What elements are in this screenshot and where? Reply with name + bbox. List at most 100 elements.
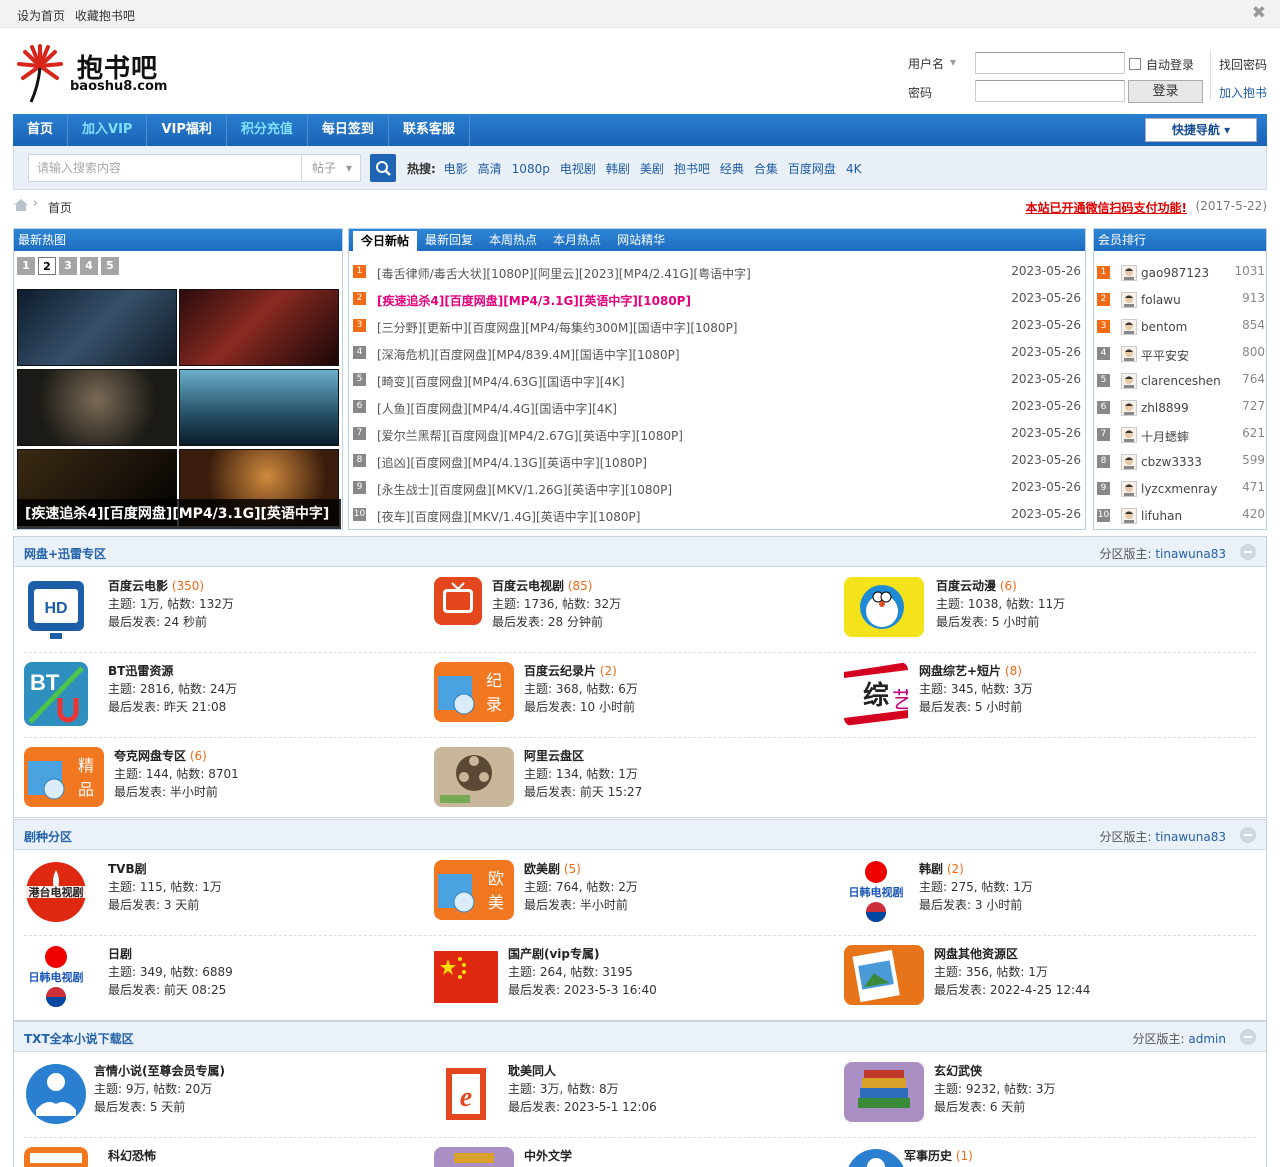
avatar[interactable] [1121, 292, 1137, 308]
forum-name-link[interactable]: 日剧 [108, 947, 132, 961]
forum-icon-link[interactable]: 纪录 [434, 662, 514, 722]
site-logo[interactable]: 抱书吧 baoshu8.com [15, 42, 175, 104]
forum-item[interactable]: 日韩电视剧 日剧 主题: 349, 帖数: 6889 最后发表: 前天 08:25 [24, 945, 424, 1015]
slide-caption[interactable]: [疾速追杀4][百度网盘][MP4/3.1G][英语中字] [17, 499, 341, 529]
last-post[interactable]: 最后发表: 24 秒前 [108, 613, 234, 631]
forum-item[interactable]: BT BT迅雷资源 主题: 2816, 帖数: 24万 最后发表: 昨天 21:08 [24, 662, 424, 732]
last-post[interactable]: 最后发表: 5 天前 [94, 1098, 225, 1116]
slide-number[interactable]: 3 [59, 257, 77, 275]
forum-icon-link[interactable]: 港台电视剧 [24, 860, 88, 924]
forum-name-link[interactable]: 科幻恐怖 [108, 1149, 156, 1163]
last-post[interactable]: 最后发表: 前天 15:27 [524, 783, 642, 801]
slide-number[interactable]: 5 [101, 257, 119, 275]
password-input[interactable] [975, 80, 1125, 102]
bookmark-link[interactable]: 收藏抱书吧 [75, 9, 135, 23]
forum-item[interactable]: 精品夸克网盘专区 (6) 主题: 144, 帖数: 8701 最后发表: 半小时前 [24, 747, 424, 817]
thread-row[interactable]: 2 [疾速追杀4][百度网盘][MP4/3.1G][英语中字][1080P] 202… [353, 284, 1083, 311]
last-post[interactable]: 最后发表: 3 天前 [108, 896, 222, 914]
search-type-select[interactable]: 帖子 ▾ [301, 154, 361, 182]
forum-item[interactable]: 国产剧(vip专属) 主题: 264, 帖数: 3195 最后发表: 2023-5… [434, 945, 834, 1015]
nav-home[interactable]: 首页 [13, 114, 69, 146]
thread-title-link[interactable]: [人鱼][百度网盘][MP4/4.4G][国语中字][4K] [377, 400, 617, 417]
forum-item[interactable]: 欧美欧美剧 (5) 主题: 764, 帖数: 2万 最后发表: 半小时前 [434, 860, 834, 930]
thread-row[interactable]: 3 [三分野][更新中][百度网盘][MP4/每集约300M][国语中字][108… [353, 311, 1083, 338]
section-title[interactable]: 剧种分区 [24, 828, 72, 845]
forum-name-link[interactable]: 欧美剧 [524, 862, 560, 876]
forum-item[interactable]: 纪录百度云纪录片 (2) 主题: 368, 帖数: 6万 最后发表: 10 小时前 [434, 662, 834, 732]
forum-item[interactable]: 科幻恐怖 [24, 1147, 424, 1167]
ranking-row[interactable]: 8 cbzw3333 599 [1097, 446, 1265, 473]
auto-login-checkbox[interactable] [1129, 58, 1141, 70]
quick-nav-button[interactable]: 快捷导航 ▾ [1145, 118, 1257, 142]
ranking-row[interactable]: 3 bentom 854 [1097, 311, 1265, 338]
last-post[interactable]: 最后发表: 2023-5-3 16:40 [508, 981, 657, 999]
section-title[interactable]: 网盘+迅雷专区 [24, 545, 106, 562]
tab-month-hot[interactable]: 本月热点 [545, 229, 609, 251]
forum-item[interactable]: 网盘其他资源区 主题: 356, 帖数: 1万 最后发表: 2022-4-25 1… [844, 945, 1244, 1015]
last-post[interactable]: 最后发表: 28 分钟前 [492, 613, 621, 631]
forum-icon-link[interactable]: BT [24, 662, 88, 726]
last-post[interactable]: 最后发表: 半小时前 [114, 783, 239, 801]
tab-latest-reply[interactable]: 最新回复 [417, 229, 481, 251]
forum-name-link[interactable]: 阿里云盘区 [524, 749, 584, 763]
thread-row[interactable]: 5 [畸变][百度网盘][MP4/4.63G][国语中字][4K] 2023-05-… [353, 365, 1083, 392]
avatar[interactable] [1121, 373, 1137, 389]
thread-row[interactable]: 7 [爱尔兰黑帮][百度网盘][MP4/2.67G][英语中字][1080P] 20… [353, 419, 1083, 446]
ranking-row[interactable]: 4 平平安安 800 [1097, 338, 1265, 365]
last-post[interactable]: 最后发表: 昨天 21:08 [108, 698, 237, 716]
ranking-row[interactable]: 9 lyzcxmenray 471 [1097, 473, 1265, 500]
thread-title-link[interactable]: [永生战士][百度网盘][MKV/1.26G][英语中字][1080P] [377, 481, 672, 498]
avatar[interactable] [1121, 265, 1137, 281]
forum-name-link[interactable]: 夸克网盘专区 [114, 749, 186, 763]
last-post[interactable]: 最后发表: 5 小时前 [936, 613, 1065, 631]
forum-icon-link[interactable]: 日韩电视剧 [844, 860, 908, 924]
hot-keyword[interactable]: 经典 [720, 162, 744, 176]
forum-name-link[interactable]: 国产剧(vip专属) [508, 947, 600, 961]
search-button[interactable] [370, 154, 396, 182]
hot-keyword[interactable]: 百度网盘 [788, 162, 836, 176]
hot-keyword[interactable]: 1080p [512, 162, 550, 176]
avatar[interactable] [1121, 508, 1137, 524]
username-input[interactable] [975, 52, 1125, 74]
avatar[interactable] [1121, 400, 1137, 416]
member-name-link[interactable]: 平平安安 [1141, 347, 1189, 364]
forum-icon-link[interactable] [844, 945, 924, 1005]
tab-site-best[interactable]: 网站精华 [609, 229, 673, 251]
thread-title-link[interactable]: [深海危机][百度网盘][MP4/839.4M][国语中字][1080P] [377, 346, 680, 363]
last-post[interactable]: 最后发表: 2023-5-1 12:06 [508, 1098, 657, 1116]
forum-icon-link[interactable] [434, 1147, 514, 1167]
section-title[interactable]: TXT全本小说下载区 [24, 1030, 134, 1047]
nav-points-recharge[interactable]: 积分充值 [227, 114, 308, 146]
forum-icon-link[interactable]: 精品 [24, 747, 104, 807]
forum-item[interactable]: 军事历史 (1) [844, 1147, 1244, 1167]
member-name-link[interactable]: clarenceshen [1141, 374, 1221, 388]
avatar[interactable] [1121, 454, 1137, 470]
forum-name-link[interactable]: 网盘其他资源区 [934, 947, 1018, 961]
forum-item[interactable]: 日韩电视剧 韩剧 (2) 主题: 275, 帖数: 1万 最后发表: 3 小时前 [844, 860, 1244, 930]
moderator-name-link[interactable]: admin [1188, 1032, 1226, 1046]
forum-icon-link[interactable] [844, 1147, 908, 1167]
ranking-row[interactable]: 5 clarenceshen 764 [1097, 365, 1265, 392]
breadcrumb-home[interactable]: 首页 [48, 199, 72, 216]
avatar[interactable] [1121, 346, 1137, 362]
member-name-link[interactable]: zhl8899 [1141, 401, 1189, 415]
slide-number[interactable]: 1 [17, 257, 35, 275]
forum-item[interactable]: 中外文学 [434, 1147, 834, 1167]
hot-keyword[interactable]: 合集 [754, 162, 778, 176]
slide-image[interactable] [179, 369, 339, 446]
forum-icon-link[interactable]: 综艺 [844, 662, 908, 726]
register-link[interactable]: 加入抱书 [1219, 84, 1267, 101]
thread-title-link[interactable]: [夜车][百度网盘][MKV/1.4G][英语中字][1080P] [377, 508, 640, 525]
thread-title-link[interactable]: [爱尔兰黑帮][百度网盘][MP4/2.67G][英语中字][1080P] [377, 427, 683, 444]
thread-row[interactable]: 4 [深海危机][百度网盘][MP4/839.4M][国语中字][1080P] 20… [353, 338, 1083, 365]
moderator-name-link[interactable]: tinawuna83 [1155, 830, 1226, 844]
last-post[interactable]: 最后发表: 半小时前 [524, 896, 638, 914]
ranking-row[interactable]: 7 十月蟋蟀 621 [1097, 419, 1265, 446]
last-post[interactable]: 最后发表: 6 天前 [934, 1098, 1056, 1116]
forum-name-link[interactable]: TVB剧 [108, 862, 147, 876]
forum-icon-link[interactable] [844, 577, 924, 637]
last-post[interactable]: 最后发表: 10 小时前 [524, 698, 638, 716]
forum-icon-link[interactable]: 日韩电视剧 [24, 945, 88, 1009]
member-name-link[interactable]: 十月蟋蟀 [1141, 428, 1189, 445]
nav-join-vip[interactable]: 加入VIP [68, 114, 148, 146]
